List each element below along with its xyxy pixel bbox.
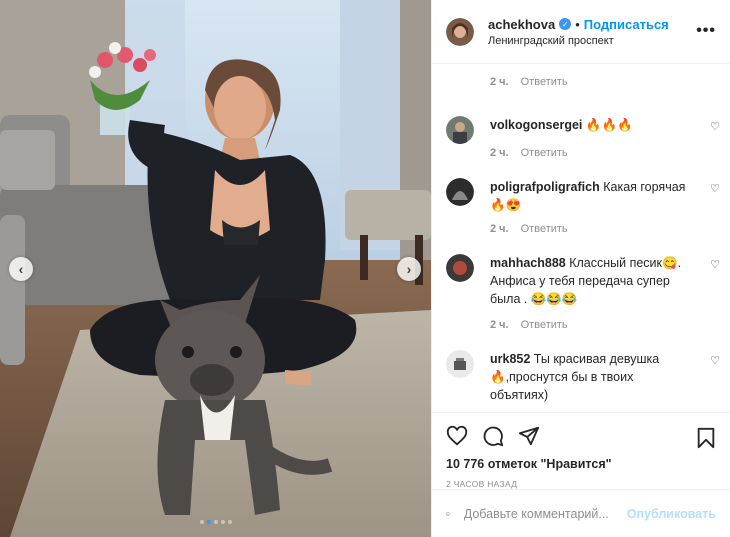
likes-count[interactable]: 10 776 отметок "Нравится" — [446, 457, 716, 471]
verified-badge-icon: ✓ — [559, 18, 572, 30]
bookmark-icon[interactable] — [696, 427, 716, 449]
carousel-dot — [213, 520, 218, 524]
reply-button[interactable]: Ответить — [521, 76, 568, 88]
more-options-icon[interactable]: ••• — [696, 22, 716, 40]
commenter-username[interactable]: poligrafpoligrafich — [490, 180, 600, 194]
like-comment-heart-icon[interactable]: ♡ — [710, 258, 720, 271]
like-comment-heart-icon[interactable]: ♡ — [710, 354, 720, 367]
comment-time: 2 ч. — [490, 147, 509, 159]
reply-button[interactable]: Ответить — [521, 144, 568, 162]
post-actions: 10 776 отметок "Нравится" 2 ЧАСОВ НАЗАД … — [432, 412, 730, 537]
post-location[interactable]: Ленинградский проспект — [488, 35, 669, 47]
comment-meta: 2 ч. Ответить — [490, 76, 714, 88]
comment-time: 2 ч. — [490, 223, 509, 235]
comment-item: urk852 Ты красивая девушка 🔥,проснутся б… — [446, 350, 720, 404]
photo-image — [0, 0, 431, 537]
carousel-dot — [199, 520, 204, 524]
add-comment-bar: Опубликовать — [432, 489, 730, 537]
carousel-prev-button[interactable]: ‹ — [9, 257, 33, 281]
comment-text: 🔥🔥🔥 — [585, 118, 633, 132]
carousel-indicator — [0, 520, 431, 524]
post-timestamp[interactable]: 2 ЧАСОВ НАЗАД — [446, 479, 716, 489]
publish-button[interactable]: Опубликовать — [627, 507, 716, 521]
emoji-icon[interactable] — [446, 503, 450, 525]
comment-meta: 2 ч. Ответить — [490, 316, 690, 334]
share-send-icon[interactable] — [518, 425, 540, 447]
comment-meta: 2 ч. Ответить — [490, 220, 690, 238]
comments-list[interactable]: 2 ч. Ответить volkogonsergei 🔥🔥🔥 2 ч. От… — [432, 64, 730, 412]
reply-button[interactable]: Ответить — [521, 316, 568, 334]
reply-button[interactable]: Ответить — [521, 220, 568, 238]
like-comment-heart-icon[interactable]: ♡ — [710, 120, 720, 133]
post-header: achekhova ✓ • Подписаться Ленинградский … — [432, 0, 730, 64]
commenter-avatar[interactable] — [446, 350, 474, 378]
comment-meta: 2 ч. Ответить — [490, 144, 690, 162]
carousel-next-button[interactable]: › — [397, 257, 421, 281]
commenter-username[interactable]: volkogonsergei — [490, 118, 582, 132]
carousel-dot-active — [206, 520, 211, 524]
carousel-dot — [227, 520, 232, 524]
follow-button[interactable]: Подписаться — [584, 17, 669, 32]
post-sidebar: achekhova ✓ • Подписаться Ленинградский … — [431, 0, 730, 537]
commenter-avatar[interactable] — [446, 116, 474, 144]
comment-time: 2 ч. — [490, 319, 509, 331]
commenter-avatar[interactable] — [446, 254, 474, 282]
post-photo[interactable]: ‹ › — [0, 0, 431, 537]
separator-dot: • — [575, 16, 580, 32]
comment-item: volkogonsergei 🔥🔥🔥 2 ч. Ответить ♡ — [446, 116, 720, 162]
comment-icon[interactable] — [482, 425, 504, 447]
author-avatar[interactable] — [446, 17, 474, 46]
carousel-dot — [220, 520, 225, 524]
author-username[interactable]: achekhova — [488, 17, 555, 32]
commenter-username[interactable]: urk852 — [490, 352, 530, 366]
like-heart-icon[interactable] — [446, 425, 468, 447]
comment-time: 2 ч. — [490, 76, 509, 88]
comment-item: poligrafpoligrafich Какая горячая🔥😍 2 ч.… — [446, 178, 720, 238]
comment-input[interactable] — [461, 505, 627, 522]
commenter-avatar[interactable] — [446, 178, 474, 206]
comment-item: mahhach888 Классный песик😋. Анфиса у теб… — [446, 254, 720, 334]
commenter-username[interactable]: mahhach888 — [490, 256, 566, 270]
like-comment-heart-icon[interactable]: ♡ — [710, 182, 720, 195]
